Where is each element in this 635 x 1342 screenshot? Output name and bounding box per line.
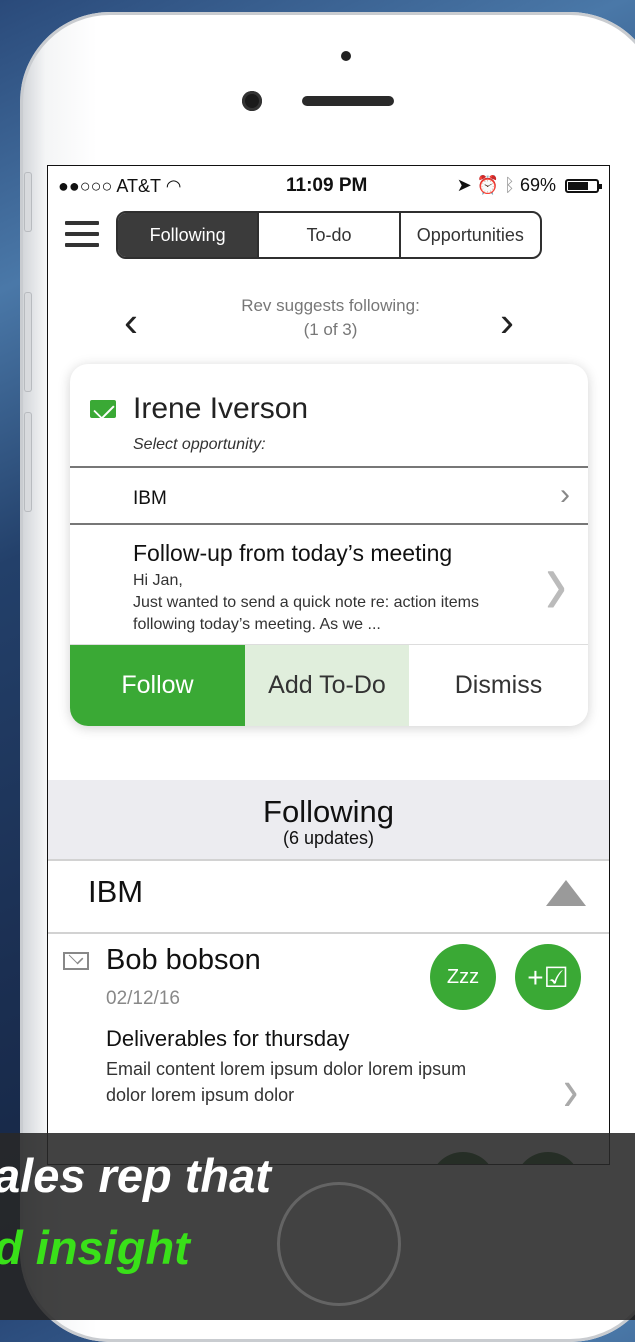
email-icon: [90, 400, 116, 418]
group-title: IBM: [88, 874, 144, 909]
battery-percent: 69%: [519, 175, 556, 195]
email-body-preview: Just wanted to send a quick note re: act…: [133, 594, 479, 633]
next-suggestion-button[interactable]: ›: [500, 298, 514, 346]
suggestion-header: Rev suggests following: (1 of 3): [188, 294, 473, 342]
item-contact-name: Bob bobson: [106, 944, 261, 976]
dismiss-button[interactable]: Dismiss: [409, 645, 588, 726]
following-title: Following: [263, 794, 394, 829]
follow-button[interactable]: Follow: [70, 645, 245, 726]
chevron-right-icon[interactable]: ›: [545, 529, 567, 635]
suggestion-actions: Follow Add To-Do Dismiss: [70, 645, 588, 726]
select-opportunity-label: Select opportunity:: [133, 436, 266, 453]
tab-opportunities[interactable]: Opportunities: [398, 213, 540, 257]
add-todo-button[interactable]: Add To-Do: [245, 645, 409, 726]
divider: [70, 523, 588, 525]
email-preview[interactable]: Hi Jan, Just wanted to send a quick note…: [133, 570, 533, 636]
suggestion-card: Irene Iverson Select opportunity: IBM › …: [70, 364, 588, 726]
item-date: 02/12/16: [106, 988, 180, 1009]
divider: [48, 932, 609, 934]
alarm-icon: ⏰: [476, 175, 500, 195]
suggestion-counter: (1 of 3): [303, 320, 358, 339]
status-bar: ●●○○○ AT&T ◠ 11:09 PM ➤ ⏰ ᛒ 69%: [48, 166, 609, 206]
volume-up-button: [24, 292, 32, 392]
tab-following[interactable]: Following: [118, 213, 258, 257]
location-icon: ➤: [456, 175, 472, 195]
home-button: [277, 1182, 401, 1306]
email-greeting: Hi Jan,: [133, 572, 183, 589]
item-preview[interactable]: Email content lorem ipsum dolor lorem ip…: [106, 1056, 506, 1108]
divider: [48, 859, 609, 861]
front-camera: [242, 91, 262, 111]
chevron-right-icon[interactable]: ›: [560, 478, 570, 512]
carrier-label: ●●○○○ AT&T: [58, 176, 161, 196]
snooze-button[interactable]: Zzz: [430, 944, 496, 1010]
prev-suggestion-button[interactable]: ‹: [124, 298, 138, 346]
segmented-tabs: Following To-do Opportunities: [116, 211, 542, 259]
following-section-header: Following (6 updates): [48, 780, 609, 860]
caption-line-2: d insight: [0, 1221, 190, 1274]
caption-line-1: ales rep that: [0, 1149, 271, 1202]
divider: [70, 466, 588, 468]
bluetooth-icon: ᛒ: [504, 175, 515, 195]
email-icon: [63, 952, 89, 970]
collapse-triangle-icon[interactable]: [546, 880, 586, 906]
updates-count: (6 updates): [282, 828, 375, 848]
earpiece-speaker: [302, 96, 394, 106]
item-subject[interactable]: Deliverables for thursday: [106, 1026, 349, 1052]
sensor-dot: [341, 51, 351, 61]
wifi-icon: ◠: [165, 176, 182, 196]
contact-name: Irene Iverson: [133, 392, 309, 425]
volume-down-button: [24, 412, 32, 512]
tab-to-do[interactable]: To-do: [257, 213, 398, 257]
menu-icon[interactable]: [65, 221, 99, 251]
battery-icon: [565, 179, 602, 193]
clock: 11:09 PM: [286, 175, 368, 196]
chevron-right-icon[interactable]: ›: [563, 1054, 578, 1124]
email-subject[interactable]: Follow-up from today’s meeting: [133, 540, 452, 567]
app-screen: ●●○○○ AT&T ◠ 11:09 PM ➤ ⏰ ᛒ 69% Followin…: [47, 165, 610, 1165]
mute-switch: [24, 172, 32, 232]
add-todo-check-button[interactable]: +☑: [515, 944, 581, 1010]
suggestion-title: Rev suggests following:: [241, 296, 420, 315]
opportunity-value[interactable]: IBM: [133, 488, 167, 510]
